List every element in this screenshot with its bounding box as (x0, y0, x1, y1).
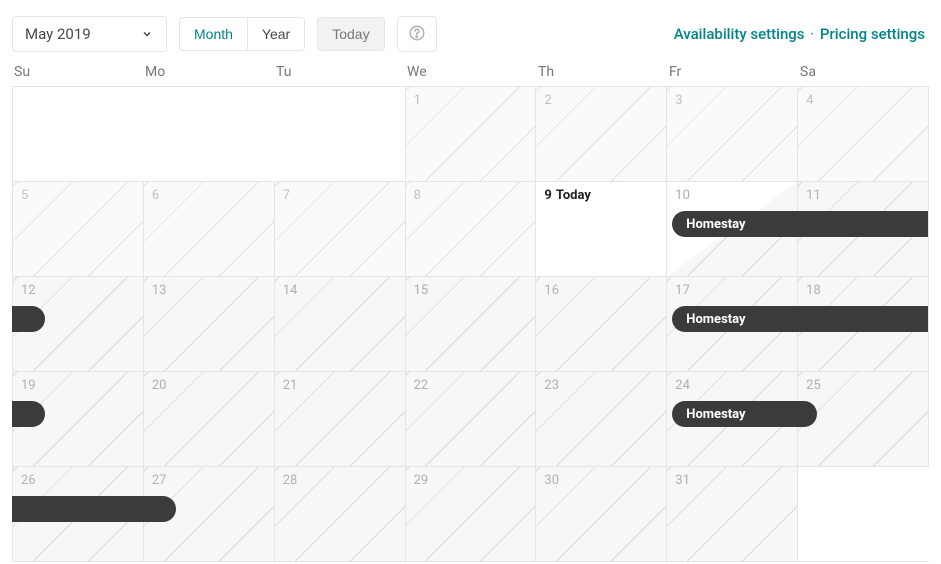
calendar-day[interactable]: 30 (536, 467, 667, 562)
dow-fr: Fr (667, 64, 798, 80)
day-number: 29 (414, 473, 429, 488)
day-number: 21 (283, 378, 298, 393)
calendar-empty-cell (144, 87, 275, 182)
calendar-empty-cell (798, 467, 929, 562)
booking-event[interactable]: Homestay (672, 211, 928, 237)
dow-sa: Sa (798, 64, 929, 80)
day-number: 16 (544, 283, 559, 298)
calendar-empty-cell (275, 87, 406, 182)
calendar-day[interactable]: 14 (275, 277, 406, 372)
day-number: 10 (675, 188, 690, 203)
day-number: 1 (414, 93, 421, 108)
chevron-down-icon (140, 27, 154, 41)
calendar-day[interactable]: 15 (406, 277, 537, 372)
calendar-day[interactable]: 16 (536, 277, 667, 372)
link-separator: · (808, 25, 816, 43)
calendar-day[interactable]: 4 (798, 87, 929, 182)
day-number: 14 (283, 283, 298, 298)
today-label: Today (556, 188, 591, 203)
calendar-empty-cell (13, 87, 144, 182)
day-number: 17 (675, 283, 690, 298)
calendar-day[interactable]: 31 (667, 467, 798, 562)
availability-settings-link[interactable]: Availability settings (674, 25, 805, 43)
booking-event-label: Homestay (686, 407, 745, 422)
booking-event[interactable] (12, 401, 45, 427)
day-number: 28 (283, 473, 298, 488)
calendar-day[interactable]: 3 (667, 87, 798, 182)
day-number: 8 (414, 188, 421, 203)
day-number: 25 (806, 378, 821, 393)
calendar-day[interactable]: 28 (275, 467, 406, 562)
month-select[interactable]: May 2019 (12, 16, 167, 52)
dow-we: We (405, 64, 536, 80)
calendar-day[interactable]: 13 (144, 277, 275, 372)
dow-tu: Tu (274, 64, 405, 80)
dow-mo: Mo (143, 64, 274, 80)
day-number: 5 (21, 188, 28, 203)
day-of-week-header: Su Mo Tu We Th Fr Sa (0, 64, 941, 86)
booking-event[interactable]: Homestay (672, 306, 928, 332)
day-number: 13 (152, 283, 167, 298)
view-toggle: Month Year (179, 17, 305, 51)
day-number: 4 (806, 93, 813, 108)
day-number: 9Today (544, 188, 591, 203)
day-number: 6 (152, 188, 159, 203)
calendar-day[interactable]: 6 (144, 182, 275, 277)
day-number: 31 (675, 473, 690, 488)
booking-event[interactable] (12, 306, 45, 332)
day-number: 22 (414, 378, 429, 393)
calendar-day[interactable]: 25 (798, 372, 929, 467)
view-month-button[interactable]: Month (180, 18, 247, 50)
calendar: 123456789Today10111213141516171819202122… (12, 86, 929, 562)
calendar-day[interactable]: 9Today (536, 182, 667, 277)
day-number: 27 (152, 473, 167, 488)
day-number: 19 (21, 378, 36, 393)
settings-links: Availability settings · Pricing settings (674, 25, 929, 43)
booking-event[interactable]: Homestay (672, 401, 816, 427)
calendar-day[interactable]: 20 (144, 372, 275, 467)
day-number: 23 (544, 378, 559, 393)
question-icon (408, 24, 426, 45)
booking-event[interactable] (12, 496, 176, 522)
toolbar: May 2019 Month Year Today Availability s… (0, 0, 941, 64)
day-number: 18 (806, 283, 821, 298)
day-number: 20 (152, 378, 167, 393)
calendar-day[interactable]: 2 (536, 87, 667, 182)
calendar-day[interactable]: 8 (406, 182, 537, 277)
today-button[interactable]: Today (317, 17, 384, 51)
dow-su: Su (12, 64, 143, 80)
day-number: 3 (675, 93, 682, 108)
booking-event-label: Homestay (686, 312, 745, 327)
help-button[interactable] (397, 16, 437, 52)
day-number: 11 (806, 188, 821, 203)
view-year-button[interactable]: Year (247, 18, 304, 50)
calendar-day[interactable]: 1 (406, 87, 537, 182)
day-number: 2 (544, 93, 551, 108)
day-number: 12 (21, 283, 36, 298)
calendar-day[interactable]: 22 (406, 372, 537, 467)
day-number: 26 (21, 473, 36, 488)
dow-th: Th (536, 64, 667, 80)
day-number: 7 (283, 188, 290, 203)
booking-event-label: Homestay (686, 217, 745, 232)
calendar-day[interactable]: 7 (275, 182, 406, 277)
day-number: 15 (414, 283, 429, 298)
calendar-day[interactable]: 23 (536, 372, 667, 467)
day-number: 24 (675, 378, 690, 393)
day-number: 30 (544, 473, 559, 488)
calendar-day[interactable]: 21 (275, 372, 406, 467)
pricing-settings-link[interactable]: Pricing settings (820, 25, 925, 43)
calendar-day[interactable]: 5 (13, 182, 144, 277)
calendar-day[interactable]: 29 (406, 467, 537, 562)
month-select-label: May 2019 (25, 25, 91, 43)
